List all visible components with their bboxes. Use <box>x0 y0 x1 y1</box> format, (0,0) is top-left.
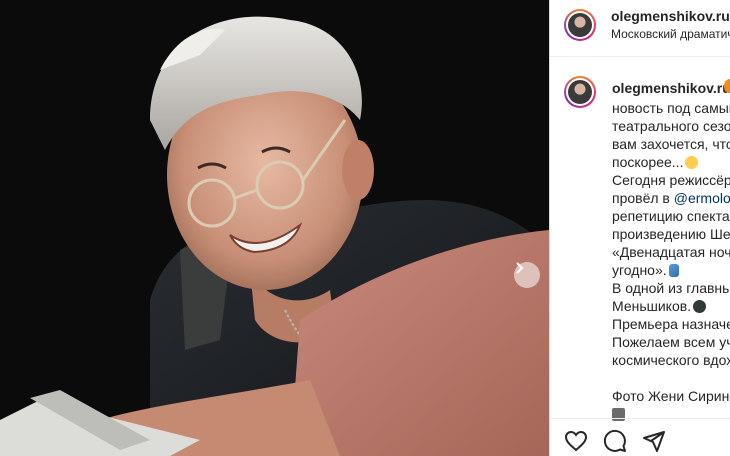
post-actions <box>550 418 730 456</box>
avatar[interactable] <box>564 9 596 41</box>
caption-line: поскорее... <box>612 153 730 171</box>
caption-line: театрального сезон <box>612 118 730 134</box>
caption-line <box>612 369 730 387</box>
caption-line: произведению Шек <box>612 226 730 242</box>
caption-line: космического вдох <box>612 352 730 368</box>
fire-emoji-icon <box>724 79 730 93</box>
post-photo[interactable] <box>0 0 549 456</box>
caption-avatar[interactable] <box>564 76 596 108</box>
paper-plane-icon <box>643 431 665 452</box>
post-photo-image <box>0 0 549 456</box>
post-side-panel: olegmenshikov.ru Московский драматич ole… <box>549 0 730 456</box>
caption-line-text: поскорее... <box>612 154 684 170</box>
caption-line: провёл в @ermolov <box>612 189 730 207</box>
caption-username[interactable]: olegmenshikov.ru <box>612 80 730 96</box>
caption-line: Премьера назначен <box>612 316 730 332</box>
caption-line: Фото Жени Сиринс <box>612 388 730 404</box>
header-location[interactable]: Московский драматич <box>611 27 730 41</box>
next-photo-button[interactable] <box>514 262 540 288</box>
caption-line-text: провёл в <box>612 190 674 206</box>
comment-icon <box>603 429 626 452</box>
comment-button[interactable] <box>603 429 627 453</box>
feather-pen-emoji-icon <box>668 264 679 277</box>
caption-line: «Двенадцатая ночь <box>612 244 730 260</box>
post-header: olegmenshikov.ru Московский драматич <box>550 0 730 57</box>
caption-line: Сегодня режиссёр <box>612 172 730 188</box>
hat-emoji-icon <box>693 300 707 313</box>
smile-emoji-icon <box>685 156 699 169</box>
caption-line: Пожелаем всем уча <box>612 334 730 350</box>
heart-icon <box>564 430 588 452</box>
caption-line-text: угодно». <box>612 262 667 278</box>
caption-line: В одной из главных <box>612 280 730 296</box>
post-caption: новость под самый театрального сезон вам… <box>612 99 730 423</box>
caption-line: репетицию спектак <box>612 208 730 224</box>
like-button[interactable] <box>564 429 588 453</box>
caption-line: угодно». <box>612 261 730 279</box>
caption-line: новость под самый <box>612 100 730 116</box>
caption-line: вам захочется, чтоб <box>612 136 730 152</box>
mention-link[interactable]: @ermolov <box>674 190 730 206</box>
caption-line: Меньшиков. <box>612 297 730 315</box>
share-button[interactable] <box>642 429 666 453</box>
caption-line-text: Меньшиков. <box>612 298 692 314</box>
chevron-right-icon <box>516 262 524 274</box>
header-username[interactable]: olegmenshikov.ru <box>611 8 730 24</box>
